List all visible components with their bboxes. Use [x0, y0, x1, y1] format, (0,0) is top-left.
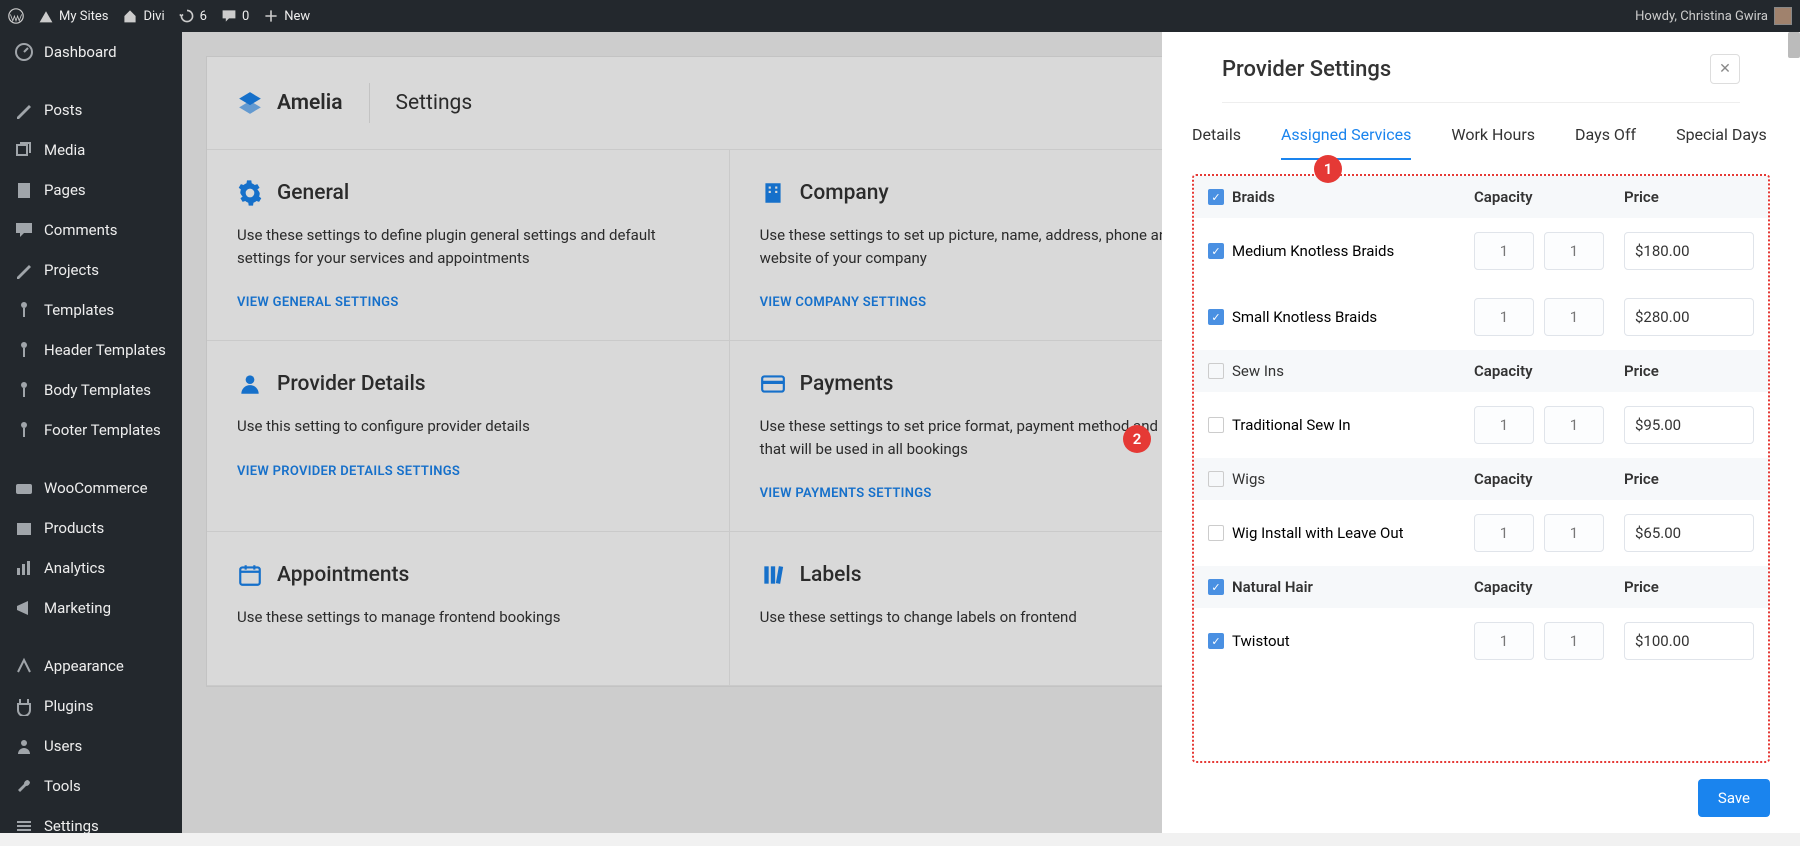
site-name[interactable]: Divi [122, 8, 164, 24]
service-group-header: Natural Hair Capacity Price [1194, 566, 1768, 608]
service-row: Medium Knotless Braids [1194, 218, 1768, 284]
sidebar-marketing[interactable]: Marketing [0, 588, 182, 628]
tab-days-off[interactable]: Days Off [1575, 125, 1636, 160]
sidebar-posts[interactable]: Posts [0, 90, 182, 130]
service-group-header: Sew Ins Capacity Price [1194, 350, 1768, 392]
sidebar-templates[interactable]: Templates [0, 290, 182, 330]
save-button[interactable]: Save [1698, 779, 1770, 817]
sidebar-appearance[interactable]: Appearance [0, 646, 182, 686]
service-group-header: Braids Capacity Price [1194, 176, 1768, 218]
capacity-min-input[interactable] [1474, 406, 1534, 444]
sidebar-dashboard[interactable]: Dashboard [0, 32, 182, 72]
group-name: Braids [1232, 188, 1275, 206]
sidebar-footer-templates[interactable]: Footer Templates [0, 410, 182, 450]
group-checkbox[interactable] [1208, 471, 1224, 487]
new-content[interactable]: New [263, 8, 310, 24]
updates[interactable]: 6 [179, 8, 207, 24]
howdy[interactable]: Howdy, Christina Gwira [1635, 7, 1792, 25]
sidebar-users[interactable]: Users [0, 726, 182, 766]
service-name: Medium Knotless Braids [1232, 242, 1394, 260]
group-checkbox[interactable] [1208, 579, 1224, 595]
price-input[interactable] [1624, 622, 1754, 660]
service-name: Wig Install with Leave Out [1232, 524, 1404, 542]
sidebar-plugins[interactable]: Plugins [0, 686, 182, 726]
admin-sidebar: Dashboard Posts Media Pages Comments Pro… [0, 32, 182, 833]
tab-assigned-services[interactable]: Assigned Services [1281, 125, 1411, 160]
price-header: Price [1624, 188, 1754, 206]
service-name: Twistout [1232, 632, 1290, 650]
capacity-max-input[interactable] [1544, 406, 1604, 444]
price-input[interactable] [1624, 232, 1754, 270]
group-name: Wigs [1232, 470, 1265, 488]
service-checkbox[interactable] [1208, 633, 1224, 649]
panel-title: Provider Settings [1222, 57, 1391, 82]
sidebar-settings[interactable]: Settings [0, 806, 182, 846]
price-input[interactable] [1624, 406, 1754, 444]
sidebar-comments[interactable]: Comments [0, 210, 182, 250]
service-name: Small Knotless Braids [1232, 308, 1377, 326]
capacity-min-input[interactable] [1474, 514, 1534, 552]
annotation-badge-2: 2 [1123, 425, 1151, 453]
service-checkbox[interactable] [1208, 243, 1224, 259]
assigned-services-area: Braids Capacity Price Medium Knotless Br… [1192, 174, 1770, 763]
sidebar-body-templates[interactable]: Body Templates [0, 370, 182, 410]
my-sites[interactable]: My Sites [38, 8, 108, 24]
capacity-min-input[interactable] [1474, 232, 1534, 270]
group-name: Natural Hair [1232, 578, 1313, 596]
service-checkbox[interactable] [1208, 309, 1224, 325]
sidebar-products[interactable]: Products [0, 508, 182, 548]
capacity-header: Capacity [1474, 188, 1624, 206]
admin-bar: My Sites Divi 6 0 New Howdy, Christina G… [0, 0, 1800, 32]
price-header: Price [1624, 470, 1754, 488]
provider-settings-panel: Provider Settings ✕ Details Assigned Ser… [1162, 32, 1800, 833]
service-checkbox[interactable] [1208, 525, 1224, 541]
sidebar-pages[interactable]: Pages [0, 170, 182, 210]
price-header: Price [1624, 578, 1754, 596]
sidebar-header-templates[interactable]: Header Templates [0, 330, 182, 370]
close-button[interactable]: ✕ [1710, 54, 1740, 84]
panel-tabs: Details Assigned Services Work Hours Day… [1162, 103, 1800, 160]
scrollbar-thumb[interactable] [1788, 32, 1800, 58]
service-checkbox[interactable] [1208, 417, 1224, 433]
avatar [1774, 7, 1792, 25]
capacity-min-input[interactable] [1474, 622, 1534, 660]
sidebar-woocommerce[interactable]: WooCommerce [0, 468, 182, 508]
sidebar-media[interactable]: Media [0, 130, 182, 170]
group-name: Sew Ins [1232, 362, 1284, 380]
service-row: Small Knotless Braids [1194, 284, 1768, 350]
capacity-min-input[interactable] [1474, 298, 1534, 336]
price-header: Price [1624, 362, 1754, 380]
service-row: Traditional Sew In [1194, 392, 1768, 458]
sidebar-tools[interactable]: Tools [0, 766, 182, 806]
capacity-header: Capacity [1474, 470, 1624, 488]
capacity-max-input[interactable] [1544, 514, 1604, 552]
wp-logo[interactable] [8, 8, 24, 24]
capacity-header: Capacity [1474, 362, 1624, 380]
capacity-max-input[interactable] [1544, 298, 1604, 336]
capacity-header: Capacity [1474, 578, 1624, 596]
service-group-header: Wigs Capacity Price [1194, 458, 1768, 500]
annotation-badge-1: 1 [1314, 155, 1342, 183]
service-row: Twistout [1194, 608, 1768, 674]
price-input[interactable] [1624, 514, 1754, 552]
sidebar-analytics[interactable]: Analytics [0, 548, 182, 588]
service-row: Wig Install with Leave Out [1194, 500, 1768, 566]
group-checkbox[interactable] [1208, 363, 1224, 379]
tab-work-hours[interactable]: Work Hours [1451, 125, 1535, 160]
price-input[interactable] [1624, 298, 1754, 336]
sidebar-projects[interactable]: Projects [0, 250, 182, 290]
comments-count[interactable]: 0 [221, 8, 249, 24]
tab-details[interactable]: Details [1192, 125, 1241, 160]
tab-special-days[interactable]: Special Days [1676, 125, 1767, 160]
group-checkbox[interactable] [1208, 189, 1224, 205]
capacity-max-input[interactable] [1544, 622, 1604, 660]
capacity-max-input[interactable] [1544, 232, 1604, 270]
service-name: Traditional Sew In [1232, 416, 1351, 434]
